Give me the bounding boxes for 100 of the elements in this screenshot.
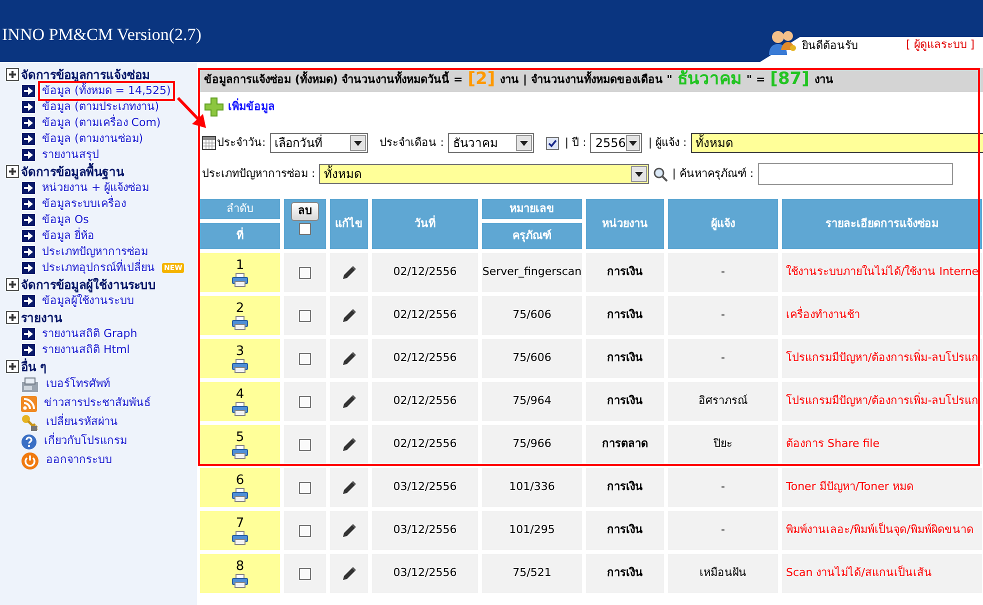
section-heading[interactable]: จัดการข้อมูลผู้ใช้งานระบบ bbox=[21, 276, 156, 294]
sidebar-link[interactable]: ข้อมูล (ทั้งหมด = 14,525) bbox=[38, 80, 175, 102]
repair-detail: โปรแกรมมีปัญหา/ต้องการเพิ่ม-ลบโปรแก bbox=[785, 351, 979, 364]
delete-button[interactable]: ลบ bbox=[291, 202, 319, 221]
column-header: แก้ไข bbox=[330, 199, 368, 249]
row-checkbox[interactable] bbox=[299, 396, 311, 408]
arrow-icon bbox=[22, 295, 35, 307]
filter-label: | ผู้แจ้ง : bbox=[648, 134, 687, 151]
sidebar-link[interactable]: เบอร์โทรศัพท์ bbox=[42, 374, 114, 395]
section-heading[interactable]: จัดการข้อมูลพื้นฐาน bbox=[21, 162, 124, 180]
pencil-icon[interactable] bbox=[341, 308, 357, 324]
expand-icon[interactable] bbox=[6, 311, 19, 324]
pencil-icon[interactable] bbox=[341, 480, 357, 496]
table-cell: 02/12/2556 bbox=[393, 351, 457, 364]
summary-text: งาน bbox=[814, 72, 834, 88]
expand-icon[interactable] bbox=[6, 278, 19, 291]
pencil-icon[interactable] bbox=[341, 522, 357, 538]
plus-icon bbox=[204, 97, 224, 117]
section-heading[interactable]: อื่น ๆ bbox=[21, 358, 46, 376]
printer-icon[interactable] bbox=[232, 358, 248, 372]
row-checkbox[interactable] bbox=[299, 568, 311, 580]
table-cell: 75/521 bbox=[512, 566, 552, 580]
pencil-icon[interactable] bbox=[341, 566, 357, 582]
pencil-icon[interactable] bbox=[341, 436, 357, 452]
sidebar-link[interactable]: ประเภทอุปกรณ์ที่เปลี่ยน bbox=[38, 258, 159, 278]
printer-icon[interactable] bbox=[232, 488, 248, 502]
table-cell: 75/606 bbox=[512, 351, 552, 364]
column-header: ครุภัณฑ์ bbox=[482, 223, 582, 249]
problem-type-select[interactable]: ทั้งหมด bbox=[319, 164, 650, 184]
column-header: รายละเอียดการแจ้งซ่อม bbox=[782, 199, 982, 249]
row-checkbox[interactable] bbox=[299, 310, 311, 322]
row-number: 6 bbox=[234, 474, 246, 488]
month-select[interactable]: ธันวาคม bbox=[448, 133, 534, 153]
row-number: 5 bbox=[234, 430, 246, 444]
row-checkbox[interactable] bbox=[299, 266, 311, 278]
table-cell: ปิยะ bbox=[714, 437, 732, 450]
arrow-icon bbox=[22, 230, 35, 242]
summary-text: งาน | จำนวนงานทั้งหมดของเดือน " bbox=[500, 72, 672, 88]
sidebar-link[interactable]: ข่าวสารประชาสัมพันธ์ bbox=[40, 393, 155, 414]
summary-text: ธันวาคม bbox=[677, 68, 742, 92]
arrow-icon bbox=[22, 101, 35, 113]
summary-text: ข้อมูลการแจ้งซ่อม (ทั้งหมด) จำนวนงานทั้งหมดวันนี้ = bbox=[204, 72, 463, 88]
printer-icon[interactable] bbox=[232, 574, 248, 588]
repair-detail: ใช้งานระบบภายในไม่ได้/ใช้งาน Interne bbox=[785, 265, 979, 278]
help-icon bbox=[21, 434, 37, 450]
table-cell: - bbox=[721, 480, 725, 494]
row-checkbox[interactable] bbox=[299, 524, 311, 536]
printer-icon[interactable] bbox=[232, 530, 248, 544]
date-select[interactable]: เลือกวันที่ bbox=[270, 133, 368, 153]
summary-text: [87] bbox=[770, 68, 810, 92]
pencil-icon[interactable] bbox=[341, 264, 357, 280]
repair-detail: ต้องการ Share file bbox=[785, 437, 880, 450]
user-role-link[interactable]: [ ผู้ดูแลระบบ ] bbox=[906, 37, 975, 54]
pencil-icon[interactable] bbox=[341, 350, 357, 366]
calendar-icon bbox=[202, 136, 216, 150]
row-number: 1 bbox=[234, 258, 246, 272]
table-cell: การเงิน bbox=[607, 308, 643, 322]
row-number: 3 bbox=[234, 344, 246, 358]
pencil-icon[interactable] bbox=[341, 394, 357, 410]
table-cell: 03/12/2556 bbox=[393, 523, 457, 536]
printer-icon[interactable] bbox=[232, 402, 248, 416]
caret-icon bbox=[629, 140, 638, 146]
table-cell: การเงิน bbox=[607, 351, 643, 364]
sidebar-link[interactable]: ข้อมูล ยี่ห้อ bbox=[38, 226, 98, 246]
repair-detail: พิมพ์งานเลอะ/พิมพ์เป็นจุด/พิมพ์ผิดขนาด bbox=[785, 523, 974, 536]
table-cell: การเงิน bbox=[607, 265, 643, 278]
sidebar-link[interactable]: เปลี่ยนรหัสผ่าน bbox=[42, 412, 122, 433]
table-cell: 75/966 bbox=[512, 437, 552, 450]
row-checkbox[interactable] bbox=[299, 438, 311, 450]
sidebar-link[interactable]: ออกจากระบบ bbox=[42, 450, 116, 471]
table-cell: การเงิน bbox=[607, 523, 643, 536]
filter-label: | ปี : bbox=[564, 134, 586, 151]
filter-label: | ค้นหาครุภัณฑ์ : bbox=[672, 166, 754, 182]
printer-icon[interactable] bbox=[232, 316, 248, 330]
section-heading[interactable]: รายงาน bbox=[21, 308, 62, 326]
month-checkbox[interactable] bbox=[546, 136, 559, 150]
expand-icon[interactable] bbox=[6, 360, 19, 373]
filter-label: ประจำเดือน : bbox=[380, 134, 444, 151]
select-all-checkbox[interactable] bbox=[299, 223, 311, 235]
users-icon bbox=[768, 28, 798, 56]
section-heading[interactable]: จัดการข้อมูลการแจ้งซ่อม bbox=[21, 66, 150, 84]
search-field[interactable] bbox=[758, 163, 953, 185]
table-cell: - bbox=[721, 308, 725, 322]
expand-icon[interactable] bbox=[6, 68, 19, 81]
arrow-icon bbox=[22, 214, 35, 226]
sidebar-link[interactable]: เกี่ยวกับโปรแกรม bbox=[40, 431, 131, 452]
expand-icon[interactable] bbox=[6, 165, 19, 178]
row-number: 7 bbox=[234, 516, 246, 530]
year-select[interactable]: 2556 bbox=[590, 133, 642, 153]
row-checkbox[interactable] bbox=[299, 482, 311, 494]
sidebar-link[interactable]: ข้อมูลระบบเครื่อง bbox=[38, 194, 130, 214]
row-number: 2 bbox=[234, 302, 246, 316]
row-checkbox[interactable] bbox=[299, 352, 311, 364]
table-cell: การตลาด bbox=[602, 437, 648, 450]
printer-icon[interactable] bbox=[232, 272, 248, 286]
printer-icon[interactable] bbox=[232, 444, 248, 458]
table-cell: 02/12/2556 bbox=[393, 394, 457, 408]
reporter-select[interactable]: ทั้งหมด bbox=[690, 133, 983, 153]
arrow-icon bbox=[22, 85, 35, 97]
add-data-link[interactable]: เพิ่มข้อมูล bbox=[228, 98, 275, 116]
